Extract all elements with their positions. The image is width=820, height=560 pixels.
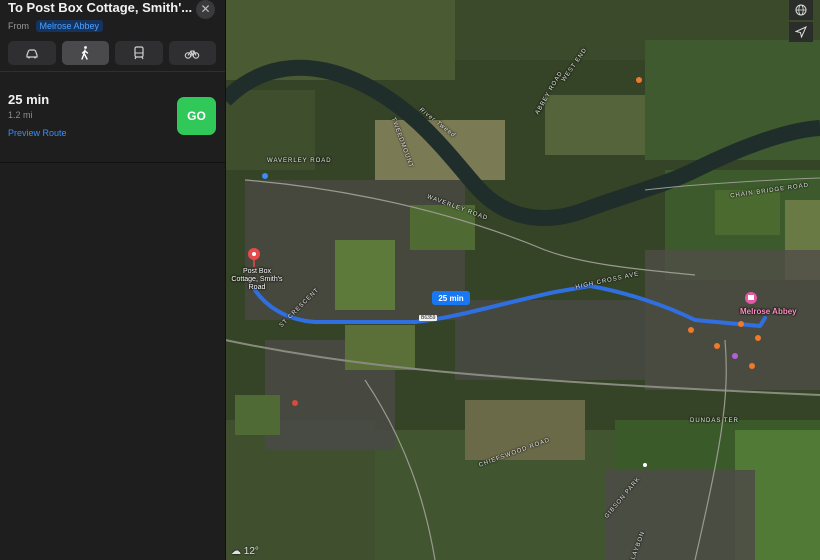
location-arrow-icon: [795, 26, 807, 38]
divider: [0, 162, 225, 163]
close-button[interactable]: ✕: [196, 0, 215, 19]
close-icon: ✕: [200, 2, 211, 16]
transport-mode-selector: [8, 41, 216, 65]
route-eta-bubble[interactable]: 25 min: [432, 291, 470, 305]
walk-mode-button[interactable]: [61, 41, 109, 65]
weather-icon: ☁: [231, 546, 241, 557]
map-mode-button[interactable]: [789, 0, 813, 20]
street-label: DUNDAS TER: [690, 418, 739, 424]
car-icon: [26, 49, 38, 59]
road-shield: B6359: [419, 315, 438, 321]
route-duration: 25 min: [8, 92, 50, 107]
route-title: To Post Box Cottage, Smith'...: [8, 0, 193, 15]
temperature: 12°: [243, 546, 259, 557]
route-distance: 1.2 mi: [8, 110, 33, 120]
street-label: WAVERLEY ROAD: [267, 158, 332, 164]
divider: [0, 71, 225, 72]
location-button[interactable]: [789, 22, 813, 42]
origin-link[interactable]: Melrose Abbey: [35, 20, 104, 32]
globe-icon: [795, 4, 807, 16]
walk-icon: [81, 46, 89, 60]
bicycle-icon: [184, 50, 200, 59]
go-button[interactable]: GO: [177, 97, 216, 135]
satellite-map[interactable]: River Tweed WAVERLEY ROAD WAVERLEY ROAD …: [225, 0, 820, 560]
preview-route-link[interactable]: Preview Route: [8, 128, 67, 138]
drive-mode-button[interactable]: [8, 41, 56, 65]
transit-mode-button[interactable]: [115, 41, 163, 65]
from-row: From Melrose Abbey: [8, 20, 104, 32]
origin-label: Melrose Abbey: [740, 307, 797, 316]
weather-indicator: ☁ 12°: [231, 546, 259, 557]
cycle-mode-button[interactable]: [168, 41, 216, 65]
directions-panel: To Post Box Cottage, Smith'... ✕ From Me…: [0, 0, 226, 560]
from-label: From: [8, 21, 29, 31]
transit-icon: [134, 46, 144, 60]
destination-label: Post Box Cottage, Smith's Road: [231, 268, 283, 291]
satellite-imagery: [225, 0, 820, 560]
